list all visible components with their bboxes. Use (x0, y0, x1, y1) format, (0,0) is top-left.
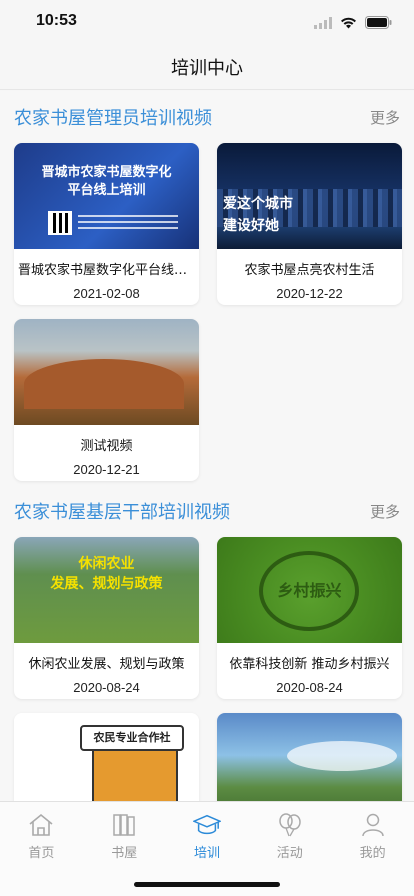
tab-label: 培训 (193, 846, 220, 861)
video-thumbnail: 爱这个城市 建设好她 (217, 143, 402, 249)
video-card[interactable]: 农民专业合作社 (14, 713, 199, 801)
video-thumbnail: 晋城市农家书屋数字化 平台线上培训 (14, 143, 199, 249)
balloons-icon (276, 812, 304, 838)
section-header-cadre: 农家书屋基层干部培训视频 更多 (0, 485, 414, 537)
video-card[interactable] (217, 713, 402, 801)
video-title: 农家书屋点亮农村生活 (244, 263, 375, 278)
nav-bar: 培训中心 (0, 44, 414, 90)
tab-label: 书屋 (111, 846, 138, 861)
section-header-admin: 农家书屋管理员培训视频 更多 (0, 91, 414, 143)
home-icon (27, 812, 55, 838)
thumbnail-text: 建设好她 (223, 218, 279, 234)
video-date: 2020-12-21 (73, 462, 140, 477)
qr-code-icon (48, 211, 72, 235)
books-icon (110, 812, 138, 838)
thumbnail-text: 爱这个城市 (223, 196, 293, 212)
thumbnail-text: 农民专业合作社 (80, 725, 184, 751)
thumbnail-text: 发展、规划与政策 (50, 576, 163, 592)
tab-label: 首页 (28, 846, 55, 861)
wifi-icon (340, 14, 357, 33)
graduation-cap-icon (192, 812, 221, 838)
person-icon (359, 812, 387, 838)
thumbnail-text: 平台线上培训 (67, 183, 146, 198)
thumbnail-text: 晋城市农家书屋数字化 (41, 165, 172, 180)
video-thumbnail (217, 713, 402, 801)
video-thumbnail: 农民专业合作社 (14, 713, 199, 801)
video-date: 2020-08-24 (73, 680, 140, 695)
battery-icon (365, 14, 392, 33)
tab-training[interactable]: 培训 (166, 802, 249, 864)
tab-home[interactable]: 首页 (0, 802, 83, 864)
status-time: 10:53 (36, 12, 77, 29)
video-card[interactable]: 乡村振兴 依靠科技创新 推动乡村振兴 2020-08-24 (217, 537, 402, 699)
thumbnail-detail-lines (78, 215, 178, 231)
status-icons (314, 14, 392, 33)
video-thumbnail: 乡村振兴 (217, 537, 402, 643)
video-thumbnail: 休闲农业 发展、规划与政策 (14, 537, 199, 643)
page-title: 培训中心 (171, 57, 243, 79)
video-card[interactable]: 晋城市农家书屋数字化 平台线上培训 晋城农家书屋数字化平台线上培训 2021-0… (14, 143, 199, 305)
signal-icon (314, 14, 332, 33)
video-card[interactable]: 测试视频 2020-12-21 (14, 319, 199, 481)
video-title: 测试视频 (80, 439, 133, 454)
video-title: 依靠科技创新 推动乡村振兴 (229, 657, 390, 672)
video-title: 晋城农家书屋数字化平台线上培训 (18, 263, 199, 278)
spray-mist (287, 741, 397, 771)
home-indicator (134, 882, 280, 887)
video-date: 2021-02-08 (73, 286, 140, 301)
video-grid: 休闲农业 发展、规划与政策 休闲农业发展、规划与政策 2020-08-24 乡村… (0, 537, 414, 801)
thumbnail-text: 乡村振兴 (277, 581, 342, 600)
video-card[interactable]: 爱这个城市 建设好她 农家书屋点亮农村生活 2020-12-22 (217, 143, 402, 305)
tab-label: 我的 (359, 846, 386, 861)
more-link[interactable]: 更多 (370, 501, 400, 522)
video-thumbnail (14, 319, 199, 425)
content-scroll[interactable]: 农家书屋管理员培训视频 更多 晋城市农家书屋数字化 平台线上培训 晋城农家书屋数… (0, 91, 414, 801)
tab-label: 活动 (276, 846, 303, 861)
tab-activities[interactable]: 活动 (248, 802, 331, 864)
cooperative-building (92, 749, 178, 801)
section-title: 农家书屋基层干部培训视频 (14, 502, 230, 523)
tab-mine[interactable]: 我的 (331, 802, 414, 864)
video-grid: 晋城市农家书屋数字化 平台线上培训 晋城农家书屋数字化平台线上培训 2021-0… (0, 143, 414, 481)
video-date: 2020-08-24 (276, 680, 343, 695)
video-date: 2020-12-22 (276, 286, 343, 301)
status-bar: 10:53 (0, 0, 414, 44)
tab-bookroom[interactable]: 书屋 (83, 802, 166, 864)
more-link[interactable]: 更多 (370, 107, 400, 128)
video-title: 休闲农业发展、规划与政策 (28, 657, 185, 672)
video-card[interactable]: 休闲农业 发展、规划与政策 休闲农业发展、规划与政策 2020-08-24 (14, 537, 199, 699)
thumbnail-text: 休闲农业 (78, 556, 135, 572)
section-title: 农家书屋管理员培训视频 (14, 108, 212, 129)
landscape-hill (24, 359, 184, 409)
